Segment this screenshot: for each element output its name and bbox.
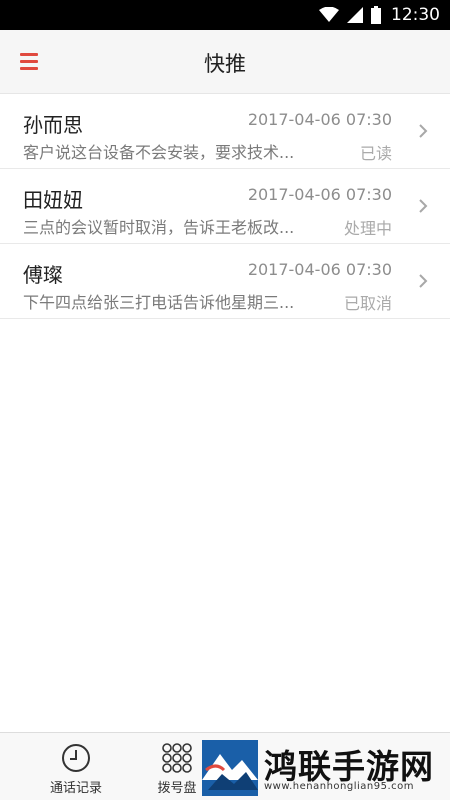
contact-name: 傅璨 — [23, 263, 63, 287]
message-list: 孙而思 2017-04-06 07:30 客户说这台设备不会安装，要求技术...… — [0, 94, 450, 319]
status-label: 已读 — [359, 144, 392, 163]
status-label: 已取消 — [343, 294, 392, 313]
clock-icon — [62, 744, 90, 772]
dialpad-icon — [162, 743, 192, 773]
tab-label: 通话记录 — [49, 781, 102, 796]
chevron-right-icon — [419, 199, 428, 213]
list-item[interactable]: 孙而思 2017-04-06 07:30 客户说这台设备不会安装，要求技术...… — [0, 94, 450, 169]
chevron-right-icon — [419, 274, 428, 288]
page-title: 快推 — [204, 52, 246, 76]
signal-icon — [347, 7, 363, 23]
message-preview: 三点的会议暂时取消，告诉王老板改... — [23, 218, 295, 237]
battery-icon — [371, 6, 381, 24]
message-preview: 下午四点给张三打电话告诉他星期三... — [23, 293, 295, 312]
tab-call-log[interactable]: 通话记录 — [26, 733, 126, 801]
status-icons: 12:30 — [319, 0, 440, 30]
contact-name: 孙而思 — [23, 113, 83, 137]
status-bar: 12:30 — [0, 0, 450, 30]
message-preview: 客户说这台设备不会安装，要求技术... — [23, 143, 295, 162]
list-item[interactable]: 傅璨 2017-04-06 07:30 下午四点给张三打电话告诉他星期三... … — [0, 244, 450, 319]
item-timestamp: 2017-04-06 07:30 — [247, 185, 392, 204]
watermark-logo — [202, 740, 258, 796]
item-timestamp: 2017-04-06 07:30 — [247, 110, 392, 129]
contact-name: 田妞妞 — [23, 188, 83, 212]
list-item[interactable]: 田妞妞 2017-04-06 07:30 三点的会议暂时取消，告诉王老板改...… — [0, 169, 450, 244]
item-timestamp: 2017-04-06 07:30 — [247, 260, 392, 279]
chevron-right-icon — [419, 124, 428, 138]
wifi-icon — [319, 7, 339, 22]
status-time: 12:30 — [391, 5, 440, 25]
status-label: 处理中 — [343, 219, 392, 238]
watermark: 鸿联手游网 www.henanhonglian95.com — [202, 740, 450, 800]
app-header: 快推 — [0, 30, 450, 94]
watermark-url: www.henanhonglian95.com — [264, 781, 415, 792]
